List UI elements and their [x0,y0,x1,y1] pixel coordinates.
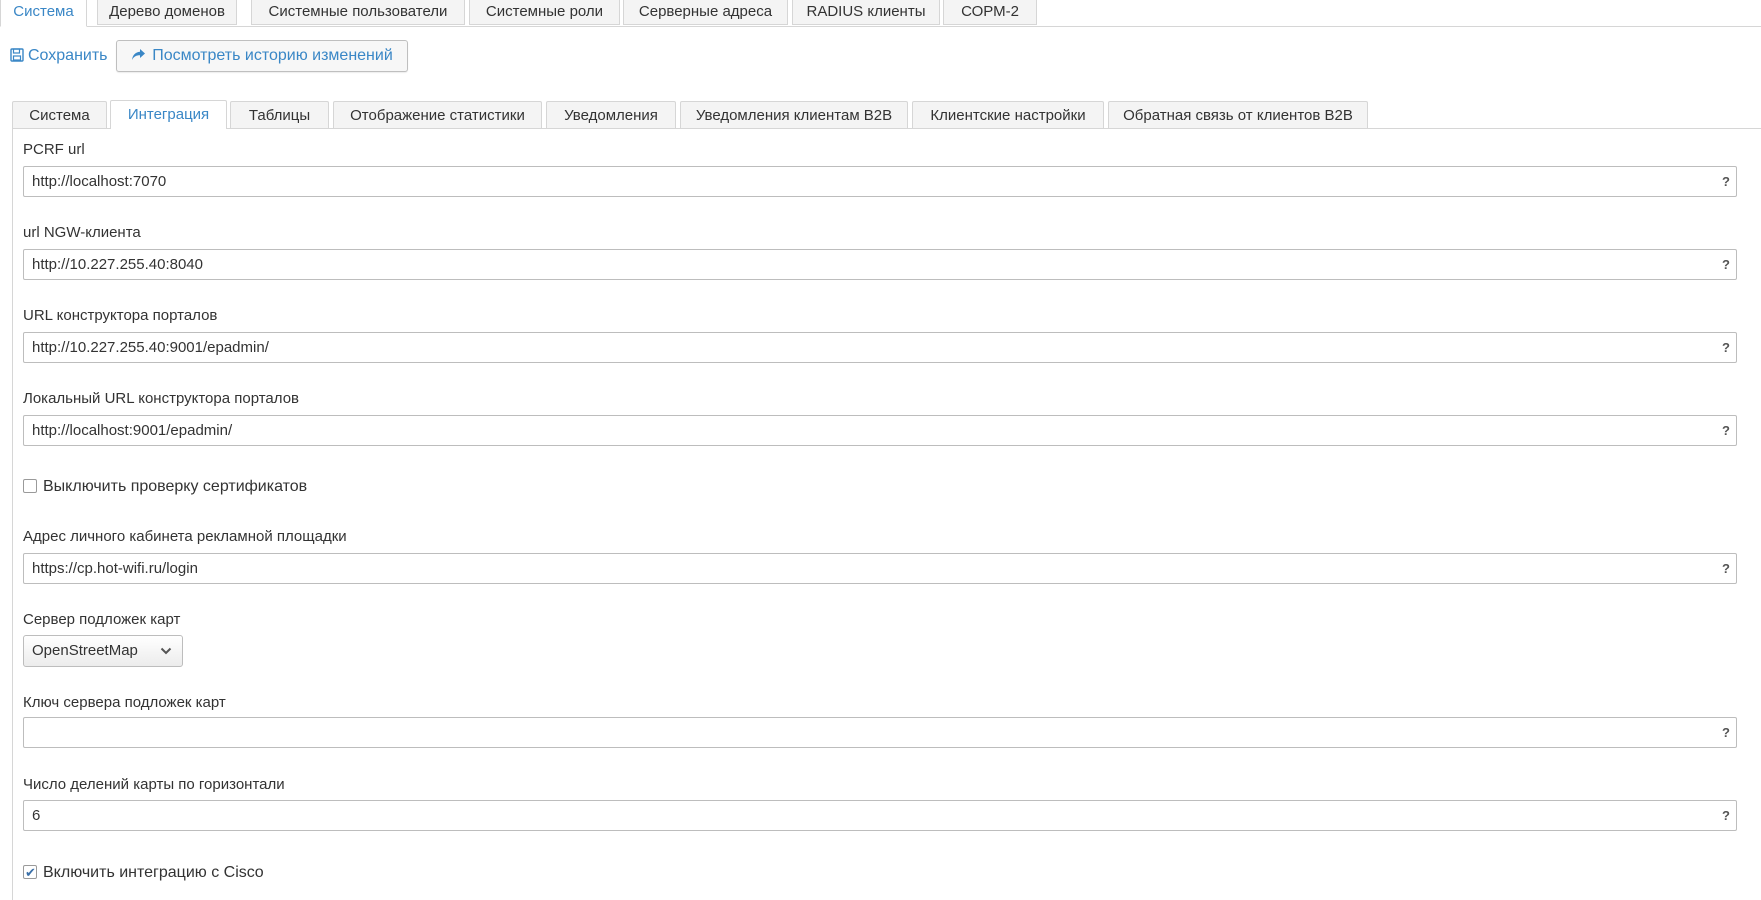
map-divisions-input[interactable]: 6 ? [23,800,1737,831]
top-tab-system-users[interactable]: Системные пользователи [251,0,465,25]
save-button[interactable]: Сохранить [10,44,108,68]
help-icon[interactable]: ? [1722,801,1730,830]
tab-b2b-notifications[interactable]: Уведомления клиентам B2B [680,101,908,128]
ngw-url-value: http://10.227.255.40:8040 [32,256,203,273]
portal-url-label: URL конструктора порталов [23,307,218,324]
map-key-input[interactable]: ? [23,717,1737,748]
top-tab-system[interactable]: Система [0,0,87,27]
tab-b2b-feedback[interactable]: Обратная связь от клиентов B2B [1108,101,1368,128]
ngw-url-input[interactable]: http://10.227.255.40:8040 ? [23,249,1737,280]
disable-cert-check-checkbox[interactable] [23,479,37,493]
checkmark-icon: ✔ [25,865,36,880]
portal-url-value: http://10.227.255.40:9001/epadmin/ [32,339,269,356]
help-icon[interactable]: ? [1722,416,1730,445]
cisco-integration-checkbox[interactable]: ✔ [23,865,37,880]
help-icon[interactable]: ? [1722,554,1730,583]
map-key-label: Ключ сервера подложек карт [23,694,226,711]
tab-integration[interactable]: Интеграция [110,100,227,129]
ad-cabinet-url-value: https://cp.hot-wifi.ru/login [32,560,198,577]
view-history-label: Посмотреть историю изменений [152,47,393,64]
disable-cert-check-row[interactable]: Выключить проверку сертификатов [23,477,307,497]
pcrf-url-value: http://localhost:7070 [32,173,167,190]
settings-tab-bar: Система Интеграция Таблицы Отображение с… [0,100,1761,129]
map-divisions-label: Число делений карты по горизонтали [23,776,285,793]
map-divisions-value: 6 [32,807,41,824]
floppy-disk-icon [10,48,24,62]
ad-cabinet-url-label: Адрес личного кабинета рекламной площадк… [23,528,347,545]
portal-url-input[interactable]: http://10.227.255.40:9001/epadmin/ ? [23,332,1737,363]
top-tab-bar: Система Дерево доменов Системные пользов… [0,0,1761,27]
map-server-select[interactable]: OpenStreetMap [23,635,183,667]
help-icon[interactable]: ? [1722,167,1730,196]
top-tab-radius-clients[interactable]: RADIUS клиенты [792,0,940,25]
help-icon[interactable]: ? [1722,333,1730,362]
local-portal-url-input[interactable]: http://localhost:9001/epadmin/ ? [23,415,1737,446]
pcrf-url-label: PCRF url [23,141,85,158]
save-button-label: Сохранить [28,47,108,64]
pcrf-url-input[interactable]: http://localhost:7070 ? [23,166,1737,197]
top-tab-domain-tree[interactable]: Дерево доменов [97,0,237,25]
cisco-integration-row[interactable]: ✔ Включить интеграцию с Cisco [23,863,264,883]
tab-client-settings[interactable]: Клиентские настройки [912,101,1104,128]
ngw-url-label: url NGW-клиента [23,224,141,241]
tab-tables[interactable]: Таблицы [230,101,329,128]
tab-statistics-display[interactable]: Отображение статистики [333,101,542,128]
help-icon[interactable]: ? [1722,718,1730,747]
tab-notifications[interactable]: Уведомления [546,101,676,128]
top-tab-server-addresses[interactable]: Серверные адреса [623,0,788,25]
local-portal-url-label: Локальный URL конструктора порталов [23,390,299,407]
view-history-button[interactable]: Посмотреть историю изменений [116,40,408,72]
share-arrow-icon [132,49,146,60]
cisco-integration-label: Включить интеграцию с Cisco [43,864,264,881]
top-tab-sorm2[interactable]: СОРМ-2 [943,0,1037,25]
chevron-down-icon [160,647,172,655]
ad-cabinet-url-input[interactable]: https://cp.hot-wifi.ru/login ? [23,553,1737,584]
map-server-label: Сервер подложек карт [23,611,181,628]
top-tab-system-roles[interactable]: Системные роли [469,0,620,25]
map-server-value: OpenStreetMap [32,642,138,659]
local-portal-url-value: http://localhost:9001/epadmin/ [32,422,233,439]
tab-system[interactable]: Система [12,101,107,128]
help-icon[interactable]: ? [1722,250,1730,279]
disable-cert-check-label: Выключить проверку сертификатов [43,478,308,495]
